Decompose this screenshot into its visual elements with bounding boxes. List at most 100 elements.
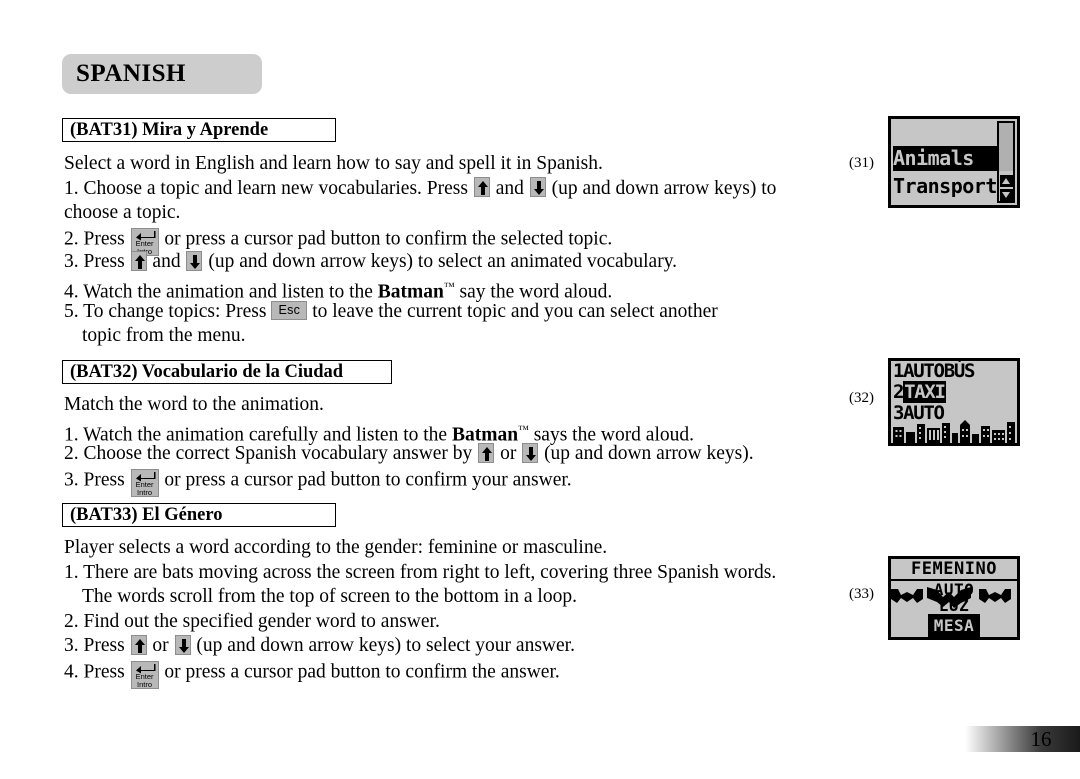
text-run: or	[147, 635, 174, 657]
scroll-down-arrow-icon[interactable]	[1000, 189, 1013, 201]
device-screen-gender-game: FEMENINO AUTO LUZ MESA	[888, 556, 1020, 640]
enter-key-icon[interactable]: EnterIntro	[130, 468, 159, 497]
text-run: 3. Press	[64, 251, 130, 273]
vocab-row-1-word: AUTOBÚS	[903, 360, 975, 382]
figure-reference-31: (31)	[849, 155, 874, 171]
page-title: SPANISH	[76, 60, 187, 87]
text-run: 2. Find out the specified gender word to…	[64, 610, 440, 632]
menu-row-animals[interactable]: Animals	[893, 146, 997, 171]
text-run: (up and down arrow keys) to select your …	[191, 635, 575, 657]
page-number: 16	[1030, 727, 1052, 751]
gender-word-mesa-label: MESA	[927, 614, 981, 637]
text-run: 5. To change topics: Press	[64, 300, 272, 322]
text-run: 3. Press	[64, 635, 130, 657]
text-run: and	[490, 177, 529, 199]
section-body-bat31: Select a word in English and learn how t…	[64, 152, 854, 349]
paragraph-line: Match the word to the animation.	[64, 393, 854, 418]
trademark-icon: ™	[518, 423, 529, 436]
text-run: 1. There are bats moving across the scre…	[64, 561, 777, 583]
screen-content: FEMENINO AUTO LUZ MESA	[891, 559, 1017, 637]
arrow-up-key-icon[interactable]	[130, 634, 147, 655]
text-run: (up and down arrow keys) to	[546, 177, 777, 199]
paragraph-line: 3. Press and (up and down arrow keys) to…	[64, 250, 854, 275]
paragraph-line: 4. Press Enter Intro or press a cursor pa…	[64, 659, 854, 689]
paragraph-line: 2. Press EnterIntro or press a cursor pa…	[64, 226, 854, 256]
figure-reference-32: (32)	[849, 390, 874, 406]
paragraph-line: 3. Press or (up and down arrow keys) to …	[64, 634, 854, 659]
gender-word-mesa[interactable]: MESA	[891, 614, 1017, 637]
text-run: 3. Press	[64, 469, 130, 491]
section-heading-bat33-label: (BAT33) El Género	[70, 504, 223, 525]
arrow-up-key-icon[interactable]	[130, 250, 147, 271]
text-run: (up and down arrow keys) to select an an…	[203, 251, 678, 273]
section-body-bat32: Match the word to the animation. 1. Watc…	[64, 393, 854, 497]
text-run: Select a word in English and learn how t…	[64, 153, 603, 174]
text-run: topic from the menu.	[82, 325, 246, 347]
screen-content: Animals Transport	[891, 119, 1017, 205]
text-run: 2. Choose the correct Spanish vocabulary…	[64, 443, 478, 465]
esc-key-icon[interactable]: Esc	[271, 300, 308, 320]
text-run: or press a cursor pad button to confirm …	[159, 469, 572, 491]
section-heading-bat31-label: (BAT31) Mira y Aprende	[70, 119, 269, 140]
scroll-up-arrow-icon[interactable]	[1000, 175, 1013, 187]
text-run: (up and down arrow keys).	[539, 443, 754, 465]
page-title-banner: SPANISH	[62, 54, 262, 94]
arrow-up-key-icon[interactable]	[473, 177, 490, 198]
vocab-row-2-word: TAXI	[903, 381, 946, 403]
paragraph-line: topic from the menu.	[64, 324, 854, 349]
vocab-row-1[interactable]: 1AUTOBÚS	[893, 360, 975, 382]
bats-graphic	[891, 587, 1011, 608]
text-run: The words scroll from the top of screen …	[82, 586, 577, 608]
text-run: 2. Press	[64, 228, 130, 250]
vocab-row-2-number: 2	[893, 381, 904, 403]
text-run: Match the word to the animation.	[64, 394, 324, 415]
paragraph-line: choose a topic.	[64, 201, 854, 226]
menu-row-blank[interactable]	[893, 121, 997, 146]
text-run: choose a topic.	[64, 202, 181, 224]
esc-key-label: Esc	[278, 302, 301, 317]
screen-content: 1AUTOBÚS 2TAXI 3AUTO	[891, 361, 1017, 443]
gender-prompt-label: FEMENINO	[891, 559, 1017, 581]
paragraph-line: 4. Watch the animation and listen to the…	[64, 275, 854, 303]
footer-gradient-bar	[940, 726, 1080, 752]
section-heading-bat32: (BAT32) Vocabulario de la Ciudad	[62, 360, 392, 384]
vocab-row-1-number: 1	[893, 360, 904, 382]
enter-key-label-es: Intro	[137, 679, 153, 689]
paragraph-line: Select a word in English and learn how t…	[64, 152, 854, 177]
arrow-up-key-icon[interactable]	[478, 442, 495, 463]
paragraph-line: 3. Press Enter Intro or press a cursor pa…	[64, 467, 854, 497]
section-heading-bat31: (BAT31) Mira y Aprende	[62, 118, 336, 142]
device-screen-topic-menu: Animals Transport	[888, 116, 1020, 208]
arrow-down-key-icon[interactable]	[522, 442, 539, 463]
text-run: Player selects a word according to the g…	[64, 537, 608, 558]
paragraph-line: 1. Watch the animation carefully and lis…	[64, 418, 854, 446]
paragraph-line: 5. To change topics: Press Esc to leave …	[64, 300, 854, 325]
vocab-row-2[interactable]: 2TAXI	[893, 381, 946, 403]
paragraph-line: 1. There are bats moving across the scre…	[64, 561, 854, 586]
city-skyline-graphic	[893, 420, 1015, 443]
figure-reference-33: (33)	[849, 586, 874, 602]
menu-row-transport[interactable]: Transport	[893, 174, 997, 199]
section-heading-bat32-label: (BAT32) Vocabulario de la Ciudad	[70, 361, 344, 382]
enter-key-icon[interactable]: EnterIntro	[130, 660, 159, 689]
text-run: or press a cursor pad button to confirm …	[159, 228, 613, 250]
text-run: or	[495, 443, 522, 465]
device-screen-vocabulary: 1AUTOBÚS 2TAXI 3AUTO	[888, 358, 1020, 446]
enter-key-label-es: Intro	[137, 487, 153, 497]
text-run: 1. Choose a topic and learn new vocabula…	[64, 177, 473, 199]
paragraph-line: 1. Choose a topic and learn new vocabula…	[64, 177, 854, 202]
arrow-down-key-icon[interactable]	[529, 177, 546, 198]
text-run: 4. Press	[64, 661, 130, 683]
paragraph-line: Player selects a word according to the g…	[64, 536, 854, 561]
paragraph-line: 2. Find out the specified gender word to…	[64, 610, 854, 635]
paragraph-line: The words scroll from the top of screen …	[64, 585, 854, 610]
text-run: to leave the current topic and you can s…	[307, 300, 718, 322]
section-heading-bat33: (BAT33) El Género	[62, 503, 336, 527]
arrow-down-key-icon[interactable]	[186, 250, 203, 271]
arrow-down-key-icon[interactable]	[174, 634, 191, 655]
paragraph-line: 2. Choose the correct Spanish vocabulary…	[64, 442, 854, 467]
scrollbar-thumb[interactable]	[999, 123, 1013, 171]
section-body-bat33: Player selects a word according to the g…	[64, 536, 854, 689]
text-run: or press a cursor pad button to confirm …	[159, 661, 560, 683]
trademark-icon: ™	[443, 280, 455, 293]
